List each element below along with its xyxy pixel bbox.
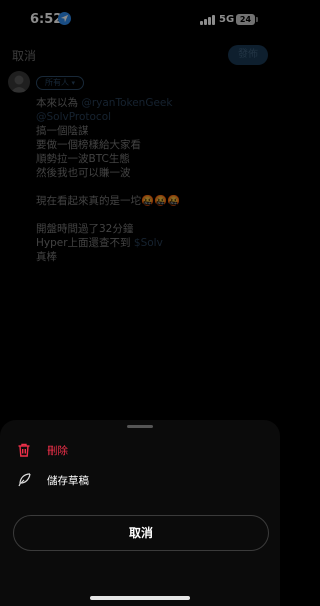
home-indicator[interactable] <box>90 596 190 600</box>
cancel-button[interactable]: 取消 <box>13 515 269 551</box>
delete-button[interactable]: 刪除 <box>0 435 280 463</box>
save-draft-button[interactable]: 儲存草稿 <box>0 465 280 493</box>
action-sheet: 刪除 儲存草稿 取消 <box>0 420 280 606</box>
trash-icon <box>16 442 32 458</box>
save-draft-label: 儲存草稿 <box>47 475 89 487</box>
sheet-handle[interactable] <box>127 425 153 428</box>
feather-icon <box>16 472 32 488</box>
delete-label: 刪除 <box>47 445 68 457</box>
